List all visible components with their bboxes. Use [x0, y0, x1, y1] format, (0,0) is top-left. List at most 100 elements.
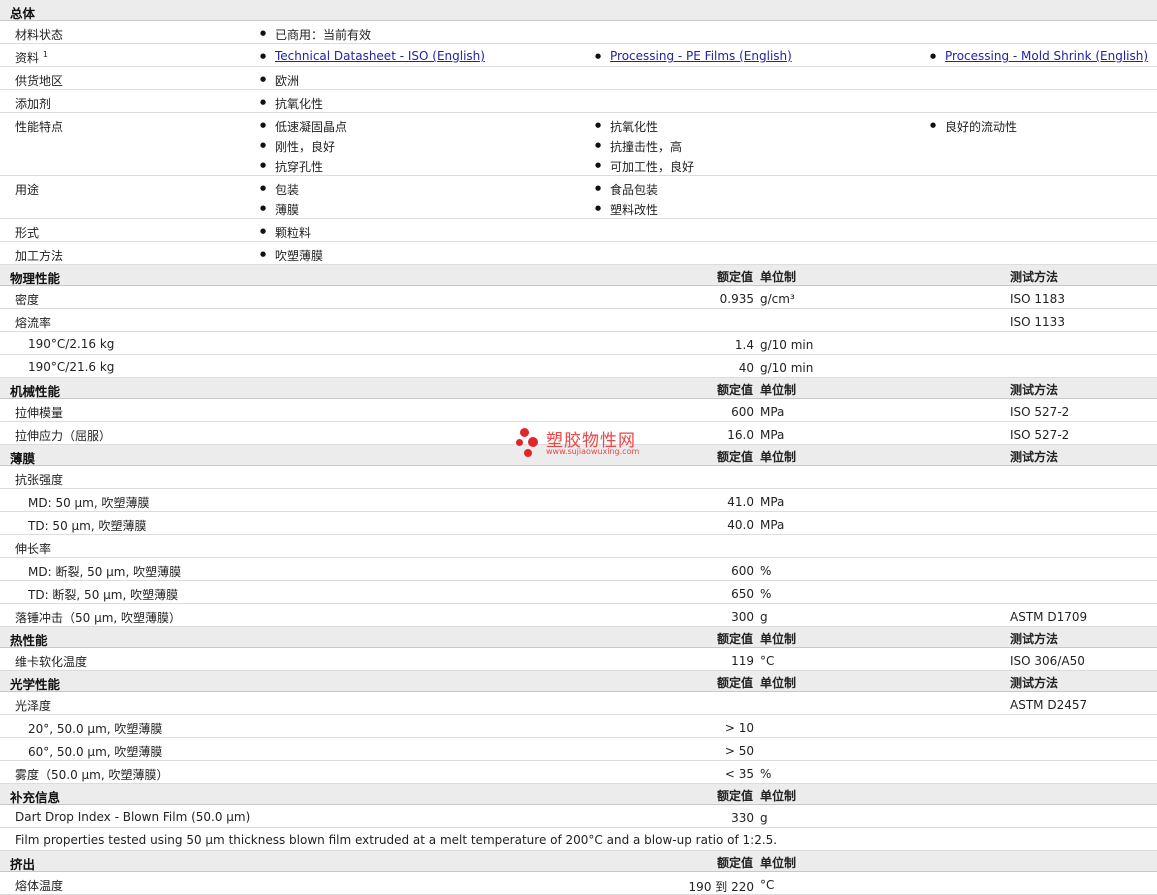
property-label-text: 用途	[15, 183, 40, 197]
property-label: MD: 50 µm, 吹塑薄膜	[28, 496, 150, 510]
method-column-header: 测试方法	[1010, 383, 1059, 397]
data-row: 落锤冲击（50 µm, 吹塑薄膜） 300 g ASTM D1709	[0, 604, 1157, 627]
property-label-text: 形式	[15, 226, 40, 240]
property-row: 供货地区 欧洲	[0, 67, 1157, 90]
value-column-header: 额定值	[716, 632, 753, 646]
property-value: 16.0	[727, 428, 754, 442]
property-value: 190 到 220	[688, 880, 754, 894]
data-row: 190°C/21.6 kg 40 g/10 min	[0, 355, 1157, 378]
test-method: ASTM D2457	[1010, 698, 1088, 712]
property-label: 抗张强度	[15, 473, 64, 487]
property-value: 40	[738, 361, 754, 375]
data-row: 熔体温度 190 到 220 °C	[0, 872, 1157, 895]
data-row: 光泽度 ASTM D2457	[0, 692, 1157, 715]
property-label: MD: 断裂, 50 µm, 吹塑薄膜	[28, 565, 182, 579]
property-label: 材料状态	[15, 26, 63, 43]
property-unit: %	[760, 587, 772, 601]
property-label: Dart Drop Index - Blown Film (50.0 µm)	[15, 810, 251, 824]
property-label: 伸长率	[15, 542, 52, 556]
document-link[interactable]: Technical Datasheet - ISO (English)	[260, 49, 485, 63]
property-unit: g	[760, 811, 768, 825]
unit-column-header: 单位制	[760, 270, 797, 284]
section-header: 补充信息 额定值 单位制	[0, 784, 1157, 805]
property-label: 维卡软化温度	[15, 655, 88, 669]
property-value: 600	[731, 564, 754, 578]
unit-column-header: 单位制	[760, 789, 797, 803]
logo-dot-icon	[524, 449, 532, 457]
property-value: 119	[731, 654, 754, 668]
property-label: 落锤冲击（50 µm, 吹塑薄膜）	[15, 611, 182, 625]
section-title: 光学性能	[10, 677, 61, 692]
value-column-header: 额定值	[716, 450, 753, 464]
property-label: 形式	[15, 224, 39, 241]
section-title: 物理性能	[10, 271, 61, 286]
property-value: 良好的流动性	[930, 118, 1017, 135]
unit-column-header: 单位制	[760, 856, 797, 870]
property-label-text: 添加剂	[15, 97, 52, 111]
unit-column-header: 单位制	[760, 632, 797, 646]
document-link[interactable]: Processing - PE Films (English)	[595, 49, 792, 63]
method-column-header: 测试方法	[1010, 632, 1059, 646]
method-column-header: 测试方法	[1010, 450, 1059, 464]
data-row: 拉伸模量 600 MPa ISO 527-2	[0, 399, 1157, 422]
property-label: TD: 50 µm, 吹塑薄膜	[28, 519, 147, 533]
property-label-text: 加工方法	[15, 249, 64, 263]
logo-dot-icon	[516, 439, 523, 446]
property-label: 拉伸模量	[15, 406, 64, 420]
property-row: 资料 1 Technical Datasheet - ISO (English) P…	[0, 44, 1157, 67]
property-value: 塑料改性	[595, 201, 658, 218]
property-value: > 50	[724, 744, 754, 758]
data-row: 熔流率 ISO 1133	[0, 309, 1157, 332]
section-title: 总体	[10, 6, 36, 21]
data-row: MD: 断裂, 50 µm, 吹塑薄膜 600%	[0, 558, 1157, 581]
property-unit: °C	[760, 654, 775, 668]
unit-column-header: 单位制	[760, 450, 797, 464]
test-method: ISO 1133	[1010, 315, 1065, 329]
property-value: 650	[731, 587, 754, 601]
data-row: MD: 50 µm, 吹塑薄膜 41.0 MPa	[0, 489, 1157, 512]
property-value: < 35	[724, 767, 754, 781]
test-method: ISO 527-2	[1010, 428, 1070, 442]
property-label: 雾度（50.0 µm, 吹塑薄膜）	[15, 768, 169, 782]
logo-dot-icon	[528, 437, 538, 447]
property-row: 添加剂 抗氧化性	[0, 90, 1157, 113]
test-method: ISO 306/A50	[1010, 654, 1085, 668]
value-column-header: 额定值	[716, 676, 753, 690]
data-row: Film properties tested using 50 µm thick…	[0, 828, 1157, 851]
property-unit: MPa	[760, 518, 785, 532]
property-label: 拉伸应力（屈服）	[15, 429, 112, 443]
property-value: 0.935	[719, 292, 754, 306]
section-title: 挤出	[10, 857, 36, 872]
property-label: 性能特点	[15, 118, 63, 135]
property-label: 20°, 50.0 µm, 吹塑薄膜	[28, 722, 163, 736]
property-unit: %	[760, 767, 772, 781]
property-label-text: 资料	[15, 51, 40, 65]
property-value: 600	[731, 405, 754, 419]
property-unit: g	[760, 610, 768, 624]
watermark-logo: 塑胶物性网 www.sujiaowuxing.com	[514, 424, 654, 460]
property-row: 材料状态 已商用：当前有效	[0, 21, 1157, 44]
property-value: 抗撞击性，高	[595, 138, 682, 155]
value-column-header: 额定值	[716, 789, 753, 803]
section-header: 热性能 额定值 单位制 测试方法	[0, 627, 1157, 648]
property-label: 熔体温度	[15, 879, 64, 893]
property-value: 吹塑薄膜	[260, 247, 323, 264]
section-title: 补充信息	[10, 790, 61, 805]
property-label: 加工方法	[15, 247, 63, 264]
document-link[interactable]: Processing - Mold Shrink (English)	[930, 49, 1148, 63]
property-label: 190°C/21.6 kg	[28, 360, 115, 374]
property-unit: MPa	[760, 495, 785, 509]
test-method: ISO 1183	[1010, 292, 1065, 306]
property-row: 形式 颗粒料	[0, 219, 1157, 242]
property-row: 性能特点 低速凝固晶点 抗氧化性 良好的流动性刚性，良好 抗撞击性，高抗穿孔性 可加工性，…	[0, 113, 1157, 176]
value-column-header: 额定值	[716, 856, 753, 870]
method-column-header: 测试方法	[1010, 676, 1059, 690]
section-header: 总体	[0, 0, 1157, 21]
property-value: 低速凝固晶点	[260, 118, 347, 135]
note-text: Film properties tested using 50 µm thick…	[15, 833, 778, 847]
property-unit: g/cm³	[760, 292, 795, 306]
property-row: 用途 包装 食品包装薄膜 塑料改性	[0, 176, 1157, 219]
section-header: 物理性能 额定值 单位制 测试方法	[0, 265, 1157, 286]
property-value: 抗氧化性	[595, 118, 658, 135]
property-value: 41.0	[727, 495, 754, 509]
